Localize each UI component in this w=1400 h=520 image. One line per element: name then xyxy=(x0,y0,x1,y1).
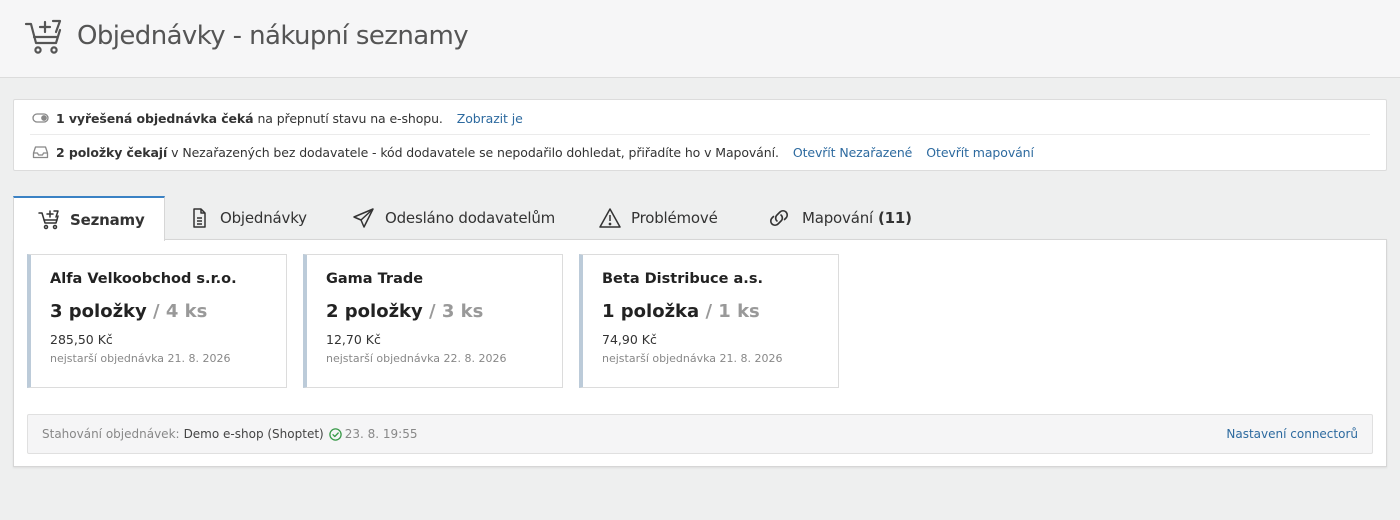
tab-problematic[interactable]: Problémové xyxy=(599,196,718,240)
tab-label: Seznamy xyxy=(70,210,145,229)
supplier-card[interactable]: Alfa Velkoobchod s.r.o. 3 položky / 4 ks… xyxy=(27,254,287,388)
tab-mapping[interactable]: Mapování (11) xyxy=(766,196,912,240)
notice-bold-text: 1 vyřešená objednávka čeká xyxy=(56,110,254,126)
tab-orders[interactable]: Objednávky xyxy=(188,196,307,240)
item-count: 1 položka / 1 ks xyxy=(602,301,760,322)
supplier-card[interactable]: Gama Trade 2 položky / 3 ks 12,70 Kč nej… xyxy=(303,254,563,388)
quantity-label: / 4 ks xyxy=(153,301,208,322)
toggle-icon xyxy=(32,113,49,123)
items-label: 2 položky xyxy=(326,301,423,322)
sync-status: Stahování objednávek: Demo e-shop (Shopt… xyxy=(42,427,417,441)
inbox-icon xyxy=(32,146,49,159)
notice-text: na přepnutí stavu na e-shopu. xyxy=(257,110,443,126)
shop-name: Demo e-shop (Shoptet) xyxy=(183,427,324,441)
divider xyxy=(30,134,1370,135)
total-price: 74,90 Kč xyxy=(602,332,657,347)
document-icon xyxy=(193,208,206,228)
item-count: 2 položky / 3 ks xyxy=(326,301,483,322)
cart-plus-icon xyxy=(38,209,59,229)
link-icon xyxy=(769,209,789,227)
total-price: 12,70 Kč xyxy=(326,332,381,347)
quantity-label: / 3 ks xyxy=(429,301,484,322)
supplier-name: Alfa Velkoobchod s.r.o. xyxy=(50,271,237,287)
sync-label: Stahování objednávek: xyxy=(42,427,180,441)
open-unassigned-link[interactable]: Otevřít Nezařazené xyxy=(793,145,913,160)
oldest-order-date: nejstarší objednávka 21. 8. 2026 xyxy=(602,352,783,365)
supplier-card[interactable]: Beta Distribuce a.s. 1 položka / 1 ks 74… xyxy=(579,254,839,388)
supplier-name: Gama Trade xyxy=(326,271,424,287)
notices-box: 1 vyřešená objednávka čeká na přepnutí s… xyxy=(13,99,1387,171)
items-label: 1 položka xyxy=(602,301,700,322)
oldest-order-date: nejstarší objednávka 21. 8. 2026 xyxy=(50,352,231,365)
quantity-label: / 1 ks xyxy=(705,301,760,322)
tab-sent-to-suppliers[interactable]: Odesláno dodavatelům xyxy=(353,196,555,240)
open-mapping-link[interactable]: Otevřít mapování xyxy=(926,145,1034,160)
notice-resolved-order: 1 vyřešená objednávka čeká na přepnutí s… xyxy=(32,106,1370,130)
tab-lists[interactable]: Seznamy xyxy=(13,196,165,241)
paper-plane-icon xyxy=(353,208,374,228)
item-count: 3 položky / 4 ks xyxy=(50,301,207,322)
connector-settings-link[interactable]: Nastavení connectorů xyxy=(1226,427,1358,441)
tab-label: Odesláno dodavatelům xyxy=(385,209,556,227)
total-price: 285,50 Kč xyxy=(50,332,113,347)
page-header: Objednávky - nákupní seznamy xyxy=(0,0,1400,78)
notice-bold-text: 2 položky čekají xyxy=(56,144,168,160)
warning-icon xyxy=(599,208,621,228)
tab-label: Mapování xyxy=(802,209,873,227)
sync-status-bar: Stahování objednávek: Demo e-shop (Shopt… xyxy=(27,414,1373,454)
check-circle-icon xyxy=(328,427,342,441)
sync-time: 23. 8. 19:55 xyxy=(344,427,418,441)
cart-plus-icon xyxy=(24,19,62,54)
items-label: 3 položky xyxy=(50,301,147,322)
tab-label: Problémové xyxy=(631,209,718,227)
show-them-link[interactable]: Zobrazit je xyxy=(457,111,523,126)
notice-text: v Nezařazených bez dodavatele - kód doda… xyxy=(171,144,779,160)
supplier-name: Beta Distribuce a.s. xyxy=(602,271,763,287)
tab-badge: (11) xyxy=(877,209,912,227)
tab-label: Objednávky xyxy=(220,209,307,227)
oldest-order-date: nejstarší objednávka 22. 8. 2026 xyxy=(326,352,507,365)
lists-panel: Alfa Velkoobchod s.r.o. 3 položky / 4 ks… xyxy=(13,239,1387,467)
page-title: Objednávky - nákupní seznamy xyxy=(77,21,469,51)
notice-unassigned-items: 2 položky čekají v Nezařazených bez doda… xyxy=(32,140,1370,164)
